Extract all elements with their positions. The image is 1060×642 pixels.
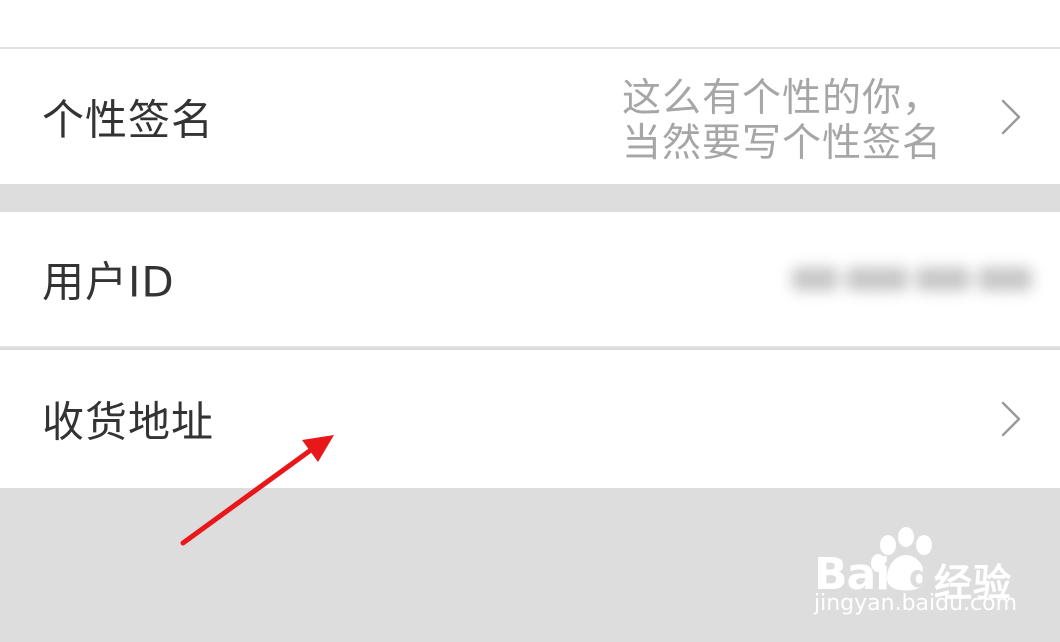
settings-row-shipping-address[interactable]: 收货地址 [0,350,1060,488]
settings-row-signature[interactable]: 个性签名 这么有个性的你， 当然要写个性签名 [0,49,1060,184]
signature-placeholder-line1: 这么有个性的你， [622,76,943,121]
signature-label: 个性签名 [42,95,215,144]
user-id-label: 用户ID [42,257,175,307]
settings-row-user-id: 用户ID [0,212,1060,348]
chevron-right-icon[interactable] [1000,98,1022,136]
top-row-remnant [0,0,1060,49]
shipping-address-label: 收货地址 [42,397,215,447]
baidu-jingyan-watermark: Bai du 经验 jingyan.baidu.com [808,525,1048,625]
chevron-right-icon[interactable] [1000,400,1022,438]
user-id-value-redacted [792,259,1032,299]
watermark-url: jingyan.baidu.com [814,591,1018,616]
signature-placeholder-line2: 当然要写个性签名 [622,121,943,166]
signature-placeholder: 这么有个性的你， 当然要写个性签名 [622,76,962,166]
